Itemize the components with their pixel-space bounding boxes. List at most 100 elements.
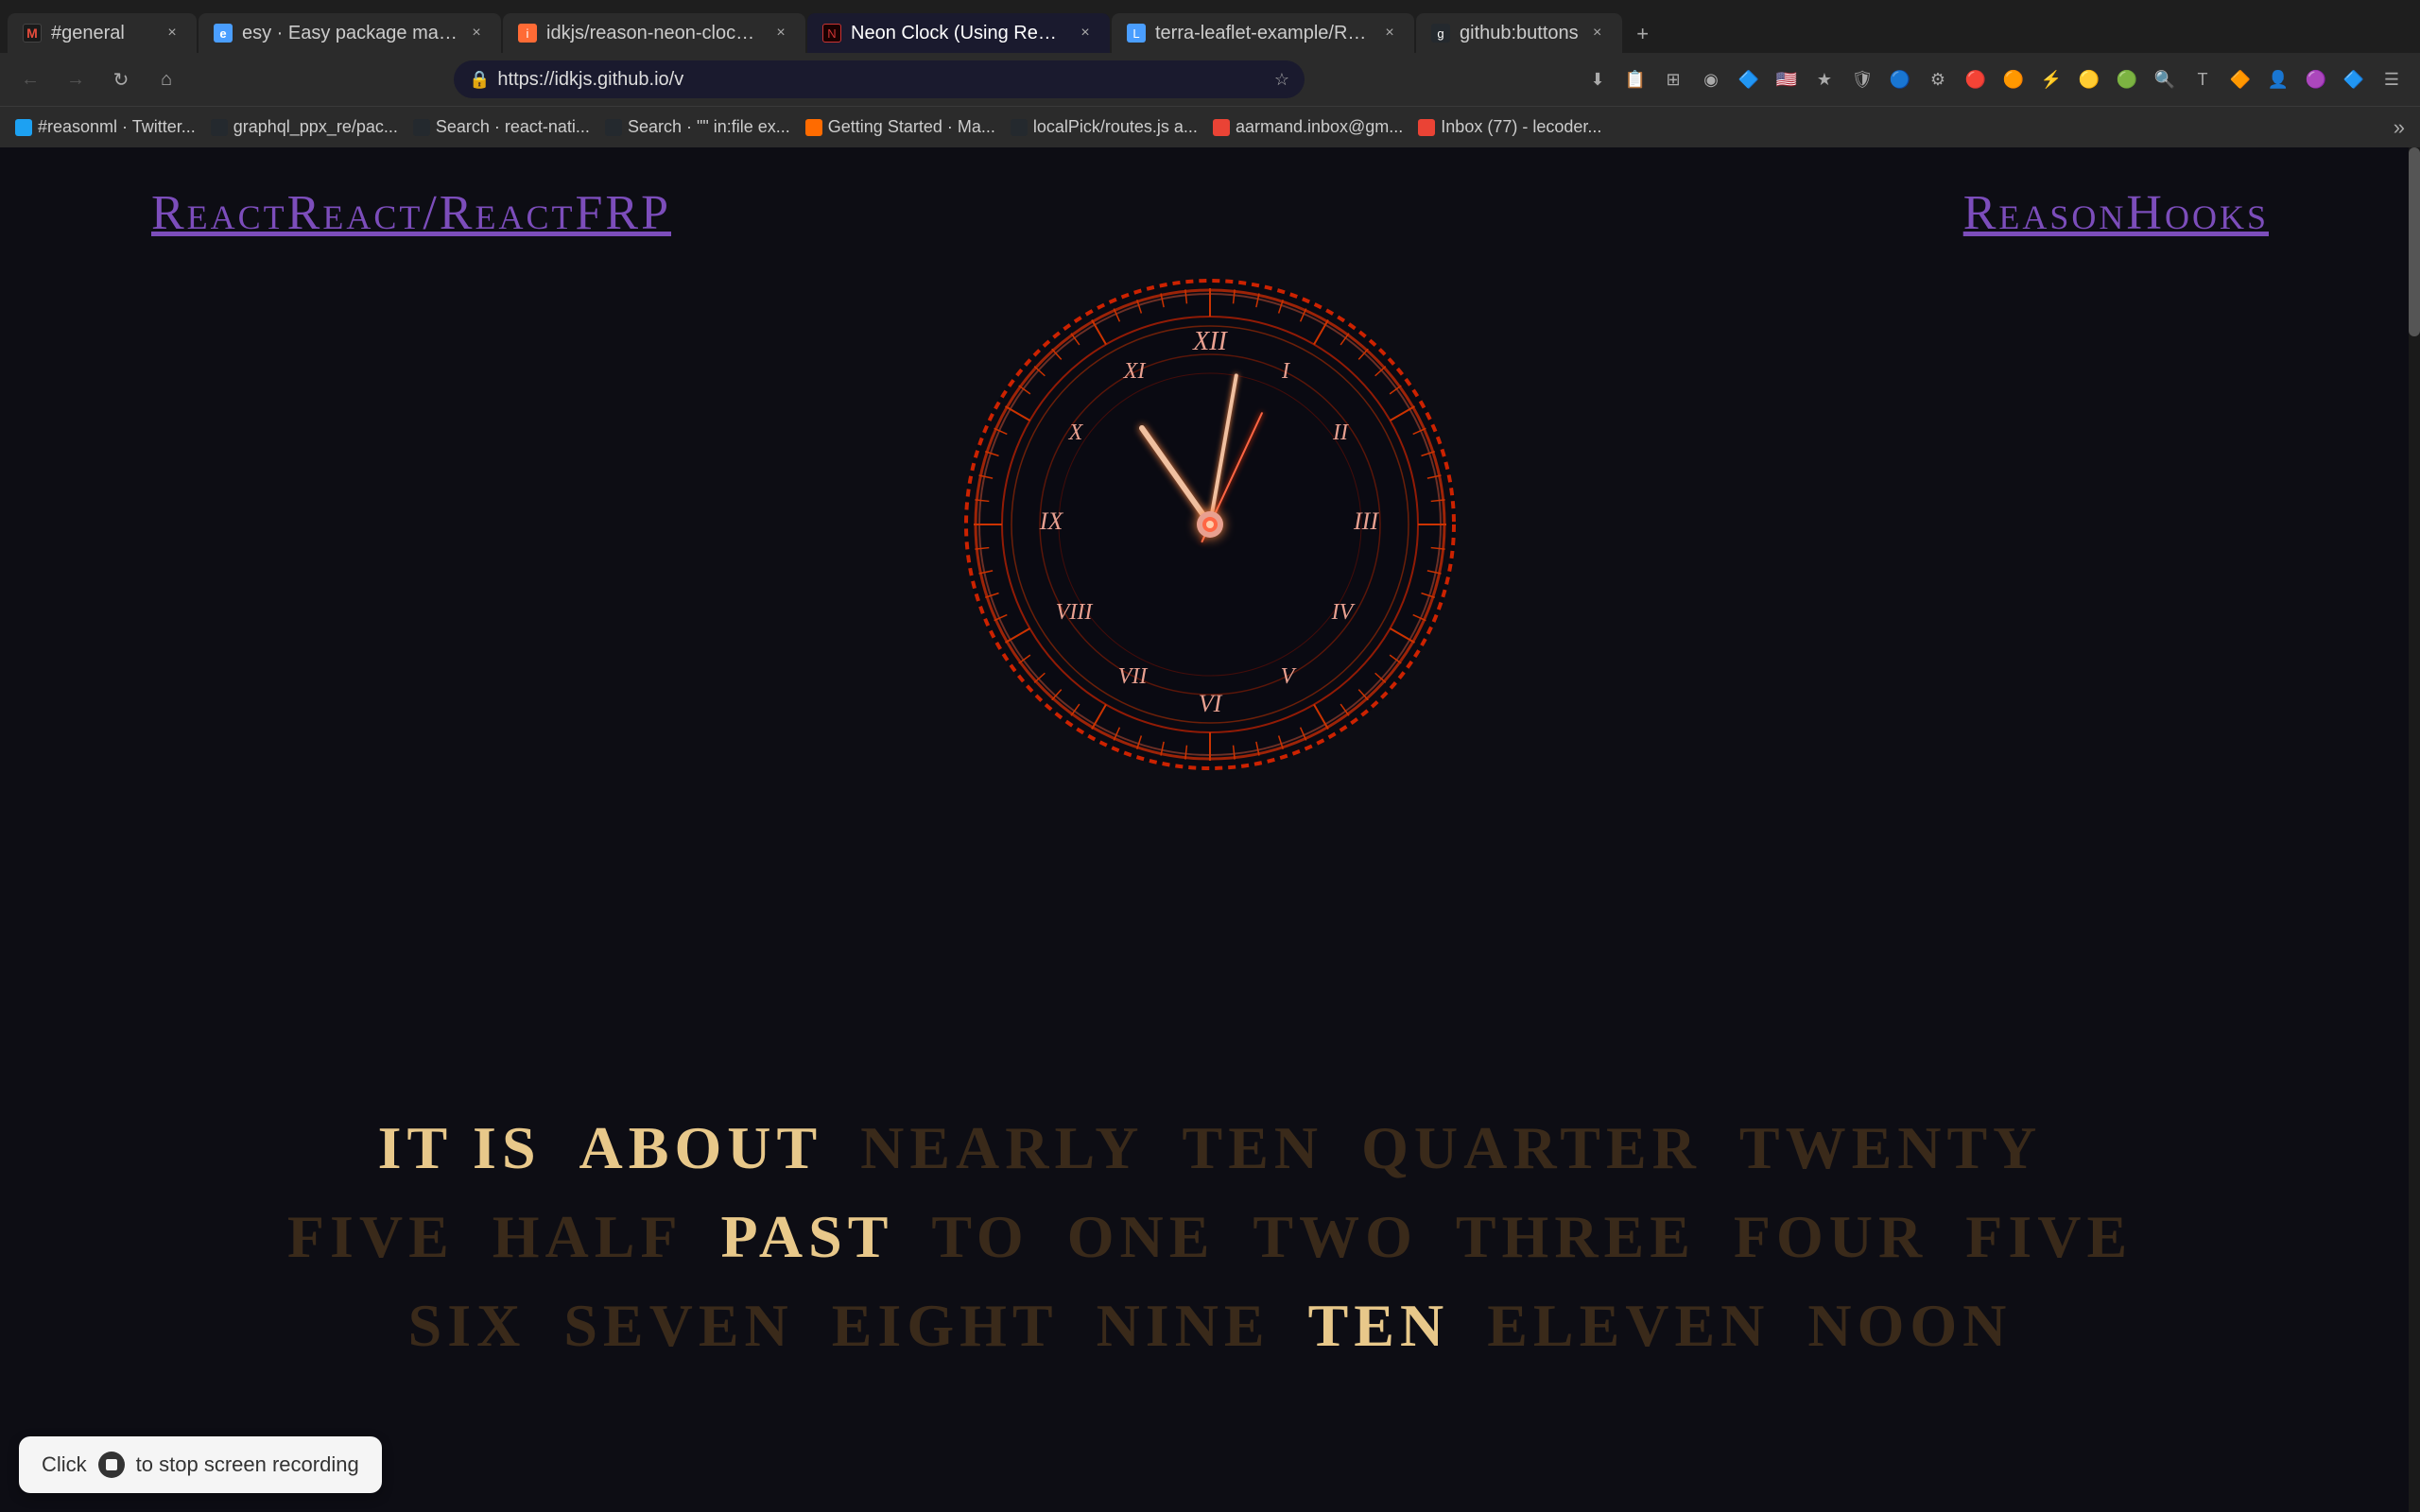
bookmark-label-react: Search · react-nati...	[436, 117, 590, 137]
tab-close-idkjs[interactable]: ×	[771, 24, 790, 43]
screen-recording-bar[interactable]: Click to stop screen recording	[19, 1436, 382, 1493]
word-nine: NINE	[1097, 1291, 1270, 1361]
bookmark-getting-started[interactable]: Getting Started · Ma...	[805, 117, 995, 137]
extension-4-icon[interactable]: 🔴	[1959, 62, 1993, 96]
bookmark-reasonml[interactable]: #reasonml · Twitter...	[15, 117, 196, 137]
word-half: HALF	[493, 1202, 683, 1272]
word-noon: NOON	[1807, 1291, 2012, 1361]
bookmark-favicon-react	[413, 119, 430, 136]
pocketcast-icon[interactable]: ◉	[1694, 62, 1728, 96]
word-six: SIX	[408, 1291, 527, 1361]
word-seven: SEVEN	[563, 1291, 793, 1361]
back-button[interactable]: ←	[11, 60, 49, 98]
bookmark-gmail-2[interactable]: Inbox (77) - lecoder...	[1418, 117, 1601, 137]
tab-close-buttons[interactable]: ×	[1588, 24, 1607, 43]
bookmarks-bar: #reasonml · Twitter... graphql_ppx_re/pa…	[0, 106, 2420, 147]
word-about: ABOUT	[579, 1113, 823, 1183]
toolbar-icons: ⬇ 📋 ⊞ ◉ 🔷 🇺🇸 ★ 🛡 🔵 ⚙ 🔴 🟠 ⚡ 🟡 🟢 🔍 T 🔶 👤 🟣…	[1581, 62, 2409, 96]
extension-11-icon[interactable]: 🔷	[2337, 62, 2371, 96]
bookmark-icon[interactable]: ★	[1807, 62, 1841, 96]
tab-title-esy: esy · Easy package manag...	[242, 23, 458, 44]
tab-favicon-buttons: g	[1431, 24, 1450, 43]
extension-5-icon[interactable]: 🟠	[1996, 62, 2031, 96]
tab-title-medium: #general	[51, 23, 153, 44]
word-clock-row-3: SIX SEVEN EIGHT NINE TEN ELEVEN NOON	[76, 1291, 2344, 1361]
svg-text:I: I	[1281, 359, 1290, 384]
tab-title-leaflet: terra-leaflet-example/REA...	[1155, 23, 1371, 44]
extension-1-icon[interactable]: 🔷	[1732, 62, 1766, 96]
forward-button[interactable]: →	[57, 60, 95, 98]
extension-2-icon[interactable]: 🔵	[1883, 62, 1917, 96]
tab-neon[interactable]: N Neon Clock (Using Reason/OC... ×	[807, 13, 1110, 53]
bookmark-label-search: Search · "" in:file ex...	[628, 117, 790, 137]
stop-recording-label: to stop screen recording	[136, 1452, 359, 1477]
click-label: Click	[42, 1452, 87, 1477]
tab-idkjs[interactable]: i idkjs/reason-neon-clock: R... ×	[503, 13, 805, 53]
svg-text:V: V	[1281, 664, 1297, 689]
tab-title-idkjs: idkjs/reason-neon-clock: R...	[546, 23, 762, 44]
download-icon[interactable]: ⬇	[1581, 62, 1615, 96]
tab-favicon-idkjs: i	[518, 24, 537, 43]
word-two: TWO	[1253, 1202, 1417, 1272]
tab-bar: M #general × e esy · Easy package manag.…	[0, 0, 2420, 53]
svg-text:VII: VII	[1118, 664, 1149, 689]
new-tab-button[interactable]: +	[1624, 15, 1662, 53]
tab-title-neon: Neon Clock (Using Reason/OC...	[851, 23, 1066, 44]
bookmark-label-graphql: graphql_ppx_re/pac...	[233, 117, 398, 137]
bookmark-label-localpick: localPick/routes.js a...	[1033, 117, 1198, 137]
sidebar-icon[interactable]: ⊞	[1656, 62, 1690, 96]
browser-chrome: M #general × e esy · Easy package manag.…	[0, 0, 2420, 147]
tab-close-medium[interactable]: ×	[163, 24, 182, 43]
word-past: PAST	[721, 1202, 894, 1272]
left-header-link[interactable]: ReactReact/ReactFRP	[151, 185, 671, 241]
tab-esy[interactable]: e esy · Easy package manag... ×	[199, 13, 501, 53]
menu-icon[interactable]: ☰	[2375, 62, 2409, 96]
stop-recording-icon	[98, 1452, 125, 1478]
bookmark-search[interactable]: Search · "" in:file ex...	[605, 117, 790, 137]
word-clock-row-1: IT IS ABOUT NEARLY TEN QUARTER TWENTY	[76, 1113, 2344, 1183]
bookmark-star-icon[interactable]: ☆	[1274, 70, 1289, 90]
bookmarks-more-icon[interactable]: »	[2394, 115, 2405, 140]
neon-clock: XII I II III IV V VI VII VIII IX X XI	[945, 260, 1475, 789]
bookmark-react-native[interactable]: Search · react-nati...	[413, 117, 590, 137]
search-icon[interactable]: 🔍	[2148, 62, 2182, 96]
svg-text:IV: IV	[1331, 600, 1356, 625]
tab-favicon-medium: M	[23, 24, 42, 43]
extension-3-icon[interactable]: ⚙	[1921, 62, 1955, 96]
bookmark-graphql[interactable]: graphql_ppx_re/pac...	[211, 117, 398, 137]
tab-close-neon[interactable]: ×	[1076, 24, 1095, 43]
tab-leaflet[interactable]: L terra-leaflet-example/REA... ×	[1112, 13, 1414, 53]
bookmark-label-getting-started: Getting Started · Ma...	[828, 117, 995, 137]
profile-icon[interactable]: 👤	[2261, 62, 2295, 96]
right-header-link[interactable]: ReasonHooks	[1963, 185, 2269, 241]
word-one: ONE	[1067, 1202, 1216, 1272]
flag-icon[interactable]: 🇺🇸	[1770, 62, 1804, 96]
reload-button[interactable]: ↻	[102, 60, 140, 98]
vpn-icon[interactable]: 🛡	[1845, 62, 1879, 96]
word-quarter: QUARTER	[1361, 1113, 1702, 1183]
bookmark-gmail-1[interactable]: aarmand.inbox@gm...	[1213, 117, 1403, 137]
address-bar[interactable]: 🔒 https://idkjs.github.io/v ☆	[454, 60, 1305, 98]
word-four: FOUR	[1734, 1202, 1927, 1272]
extension-9-icon[interactable]: 🔶	[2223, 62, 2257, 96]
scrollbar-thumb[interactable]	[2409, 147, 2420, 336]
word-clock-section: IT IS ABOUT NEARLY TEN QUARTER TWENTY FI…	[0, 1113, 2420, 1380]
extension-8-icon[interactable]: 🟢	[2110, 62, 2144, 96]
tab-close-leaflet[interactable]: ×	[1380, 24, 1399, 43]
svg-text:VIII: VIII	[1056, 600, 1094, 625]
extension-10-icon[interactable]: 🟣	[2299, 62, 2333, 96]
extension-7-icon[interactable]: 🟡	[2072, 62, 2106, 96]
bookmark-localpick[interactable]: localPick/routes.js a...	[1011, 117, 1198, 137]
tab-close-esy[interactable]: ×	[467, 24, 486, 43]
tab-buttons[interactable]: g github:buttons ×	[1416, 13, 1622, 53]
extension-6-icon[interactable]: ⚡	[2034, 62, 2068, 96]
reading-list-icon[interactable]: 📋	[1618, 62, 1652, 96]
word-ten-2: TEN	[1308, 1291, 1450, 1361]
scrollbar[interactable]	[2409, 147, 2420, 1512]
home-button[interactable]: ⌂	[147, 60, 185, 98]
svg-text:IX: IX	[1039, 507, 1064, 535]
text-icon[interactable]: T	[2186, 62, 2220, 96]
tab-title-buttons: github:buttons	[1460, 23, 1579, 44]
tab-medium[interactable]: M #general ×	[8, 13, 197, 53]
bookmark-favicon-search	[605, 119, 622, 136]
